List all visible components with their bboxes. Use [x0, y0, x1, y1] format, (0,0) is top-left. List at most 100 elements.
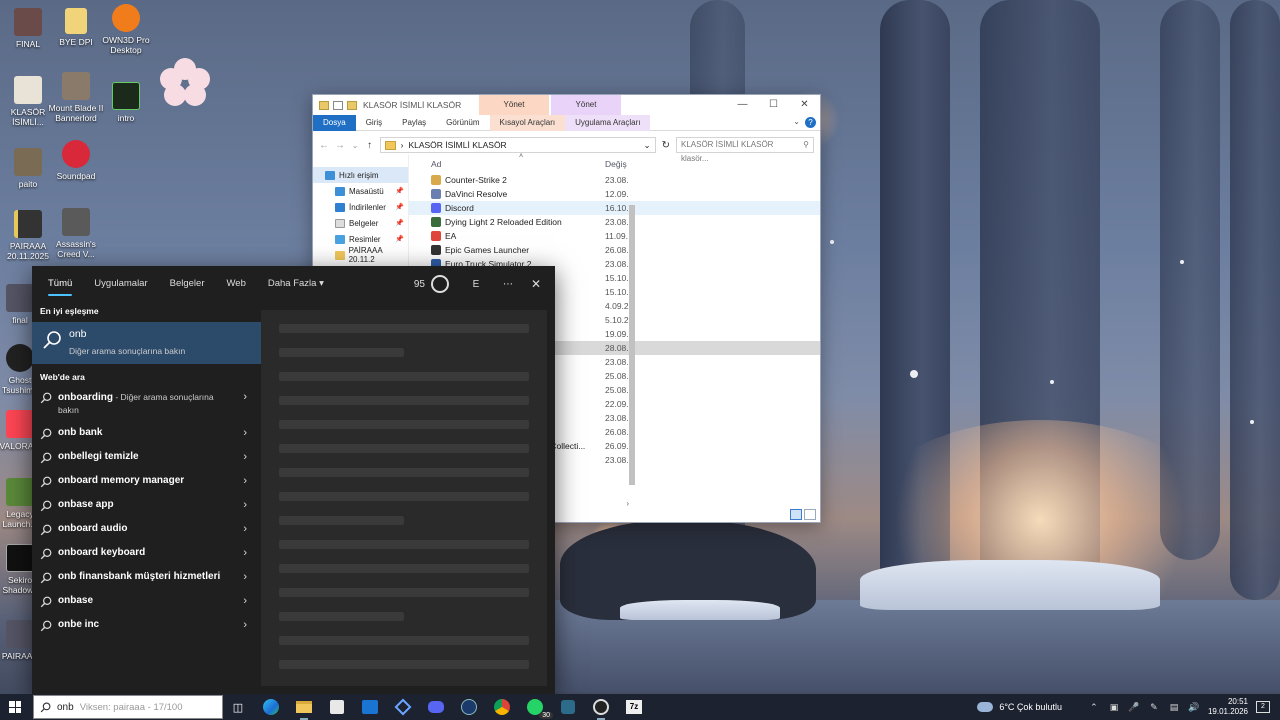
microphone-icon[interactable]: 🎤 — [1128, 702, 1140, 713]
snipping-tool-icon[interactable] — [558, 697, 578, 717]
chevron-right-icon[interactable]: › — [243, 427, 247, 439]
chevron-right-icon[interactable]: › — [243, 547, 247, 559]
web-result-item[interactable]: onbe inc › — [32, 614, 261, 638]
address-dropdown-icon[interactable]: ⌄ — [643, 140, 650, 151]
7zip-icon[interactable]: 7z — [624, 697, 644, 717]
chrome-icon[interactable] — [492, 697, 512, 717]
tab-all[interactable]: Tümü — [48, 266, 73, 302]
close-icon[interactable]: ✕ — [531, 277, 541, 291]
windows-search-panel[interactable]: Tümü Uygulamalar Belgeler Web Daha Fazla… — [32, 266, 555, 694]
tab-more[interactable]: Daha Fazla ▾ — [268, 266, 324, 302]
back-arrow-icon[interactable]: ← — [319, 140, 329, 151]
desktop-icon-own3d[interactable]: OWN3D Pro Desktop — [98, 4, 154, 55]
tab-web[interactable]: Web — [226, 266, 245, 302]
tab-dosya[interactable]: Dosya — [313, 114, 356, 131]
task-view-icon[interactable]: ◫ — [228, 697, 248, 717]
chevron-right-icon[interactable]: › — [243, 619, 247, 631]
edge-icon[interactable] — [261, 697, 281, 717]
desktop-icon-assassins-creed[interactable]: Assassin's Creed V... — [48, 208, 104, 259]
maximize-button[interactable]: ☐ — [758, 95, 789, 115]
start-button[interactable] — [0, 694, 30, 720]
whatsapp-icon[interactable]: 30 — [525, 697, 553, 719]
avatar[interactable]: E — [467, 279, 485, 290]
file-row[interactable]: Dying Light 2 Reloaded Edition 23.08. — [409, 215, 820, 229]
chevron-right-icon[interactable]: › — [243, 523, 247, 535]
desktop-icon-soundpad[interactable]: Soundpad — [48, 140, 104, 181]
tab-uygulama-araclari[interactable]: Uygulama Araçları — [565, 114, 651, 131]
file-explorer-icon[interactable] — [294, 697, 314, 720]
nav-item-downloads[interactable]: İndirilenler 📌 — [313, 199, 408, 215]
nav-item-pairaaa[interactable]: PAİRAAA 20.11.2 — [313, 246, 408, 264]
address-bar[interactable]: › KLASÖR İSİMLİ KLASÖR ⌄ — [379, 137, 656, 153]
pen-icon[interactable]: ✎ — [1148, 702, 1160, 713]
desktop-icon-bannerlord[interactable]: Mount Blade II Bannerlord — [48, 72, 104, 123]
discord-icon[interactable] — [426, 697, 446, 717]
clock[interactable]: 20:51 19.01.2026 — [1208, 697, 1248, 717]
rewards-icon[interactable] — [430, 275, 449, 293]
vertical-scrollbar[interactable] — [627, 155, 637, 491]
nav-item-pictures[interactable]: Resimler 📌 — [313, 231, 408, 247]
tab-paylas[interactable]: Paylaş — [392, 115, 436, 131]
obs-icon[interactable] — [591, 697, 611, 720]
expand-ribbon-icon[interactable]: ⌄ — [793, 117, 800, 126]
refresh-icon[interactable]: ↻ — [662, 140, 670, 151]
nav-item-documents[interactable]: Belgeler 📌 — [313, 215, 408, 231]
file-row[interactable]: DaVinci Resolve 12.09. — [409, 187, 820, 201]
web-result-item[interactable]: onboard keyboard › — [32, 542, 261, 566]
web-result-item[interactable]: onbase app › — [32, 494, 261, 518]
web-result-item[interactable]: onboard memory manager › — [32, 470, 261, 494]
store-icon[interactable] — [327, 697, 347, 717]
up-arrow-icon[interactable]: ↑ — [365, 140, 373, 151]
properties-icon[interactable] — [333, 100, 343, 110]
web-result-item[interactable]: onb finansbank müşteri hizmetleri › — [32, 566, 261, 590]
forward-arrow-icon[interactable]: → — [335, 140, 345, 151]
nav-item-desktop[interactable]: Masaüstü 📌 — [313, 183, 408, 199]
tab-documents[interactable]: Belgeler — [170, 266, 205, 302]
chevron-right-icon[interactable]: › — [243, 391, 247, 403]
column-date[interactable]: Değiş — [605, 159, 627, 169]
breadcrumb[interactable]: KLASÖR İSİMLİ KLASÖR — [408, 140, 506, 150]
chevron-right-icon[interactable]: › — [243, 571, 247, 583]
tab-gorunum[interactable]: Görünüm — [436, 115, 489, 131]
chevron-right-icon[interactable]: › — [243, 595, 247, 607]
recent-chevron-icon[interactable]: ⌄ — [351, 141, 359, 150]
more-options-icon[interactable]: ⋯ — [503, 279, 513, 290]
taskbar-search-input[interactable]: onb Viksen: pairaaa - 17/100 — [33, 695, 223, 719]
file-row[interactable]: Counter-Strike 2 23.08. — [409, 173, 820, 187]
chevron-right-icon[interactable]: › — [243, 451, 247, 463]
outlook-icon[interactable] — [360, 697, 380, 717]
column-name[interactable]: Ad — [431, 159, 441, 169]
file-row[interactable]: Epic Games Launcher 26.08. — [409, 243, 820, 257]
tab-apps[interactable]: Uygulamalar — [94, 266, 147, 302]
web-result-item[interactable]: onboarding - Diğer arama sonuçlarına bak… — [32, 386, 261, 422]
best-match-item[interactable]: onb Diğer arama sonuçlarına bakın — [32, 322, 261, 364]
chevron-right-icon[interactable]: › — [243, 475, 247, 487]
weather-widget[interactable]: 6°C Çok bulutlu — [977, 702, 1062, 712]
notification-center-icon[interactable]: 2 — [1256, 701, 1270, 713]
desktop-icon-bye-dpi[interactable]: BYE DPI — [48, 8, 104, 47]
file-row[interactable]: Discord 16.10. — [409, 201, 820, 215]
tab-giris[interactable]: Giriş — [356, 115, 392, 131]
help-icon[interactable]: ? — [805, 117, 816, 128]
chevron-right-icon[interactable]: › — [243, 499, 247, 511]
new-folder-icon[interactable] — [347, 100, 357, 110]
explorer-titlebar[interactable]: KLASÖR İSİMLİ KLASÖR Yönet Yönet — ☐ ✕ — [313, 95, 820, 115]
web-result-item[interactable]: onboard audio › — [32, 518, 261, 542]
nav-item-quick-access[interactable]: Hızlı erişim — [313, 167, 408, 183]
minimize-button[interactable]: — — [727, 95, 758, 115]
folder-search-input[interactable]: KLASÖR İSİMLİ KLASÖR klasör... ⚲ — [675, 137, 814, 163]
web-result-item[interactable]: onbellegi temizle › — [32, 446, 261, 470]
context-tab-manage-shortcut[interactable]: Yönet — [479, 95, 549, 115]
chevron-up-icon[interactable]: ⌃ — [1088, 702, 1100, 713]
context-tab-manage-app[interactable]: Yönet — [551, 95, 621, 115]
tab-kisayol-araclari[interactable]: Kısayol Araçları — [489, 114, 566, 131]
camera-icon[interactable]: ▣ — [1108, 702, 1120, 713]
steam-icon[interactable] — [459, 697, 479, 717]
network-icon[interactable]: ▤ — [1168, 702, 1180, 713]
desktop-icon-intro[interactable]: intro — [98, 82, 154, 123]
volume-icon[interactable]: 🔊 — [1188, 702, 1200, 713]
vpn-icon[interactable] — [393, 697, 413, 717]
web-result-item[interactable]: onbase › — [32, 590, 261, 614]
large-icons-view-button[interactable] — [804, 509, 816, 520]
close-button[interactable]: ✕ — [789, 95, 820, 115]
